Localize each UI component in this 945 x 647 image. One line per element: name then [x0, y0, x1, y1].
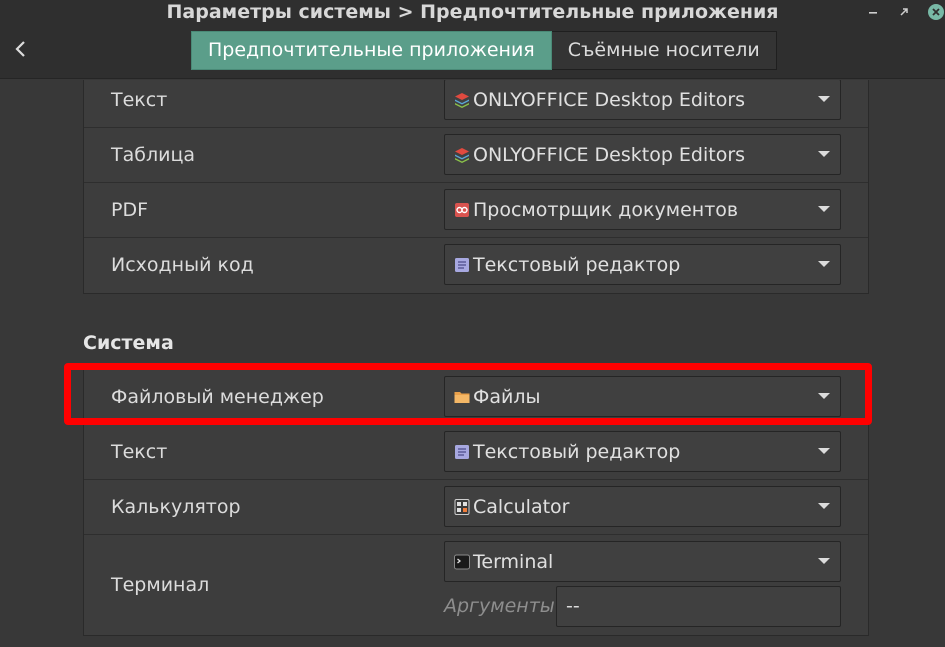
window-titlebar: Параметры системы > Предпочтительные при… [0, 0, 945, 79]
dropdown-value: ONLYOFFICE Desktop Editors [473, 88, 746, 111]
text-editor-icon [455, 444, 469, 459]
section-title-system: Система [83, 332, 174, 354]
app-dropdown[interactable]: Текстовый редактор [444, 431, 841, 472]
list-item: Калькулятор Calculator [84, 480, 868, 535]
row-label: Терминал [111, 574, 210, 596]
close-icon[interactable] [927, 3, 945, 21]
documents-group: Текст ONLYOFFICE Desktop Editors Таблица [83, 80, 869, 294]
list-item: Текст Текстовый редактор [84, 425, 868, 480]
list-item: PDF Просмотрщик документов [84, 183, 868, 238]
dropdown-value: Текстовый редактор [473, 440, 681, 463]
row-label: Текст [111, 441, 168, 463]
row-label: Исходный код [111, 254, 254, 276]
maximize-icon[interactable] [896, 3, 914, 21]
arguments-input[interactable]: -- [556, 586, 841, 627]
folder-icon [454, 391, 470, 403]
list-item: Терминал Terminal Аргументы -- [84, 535, 868, 635]
row-label: Файловый менеджер [111, 386, 324, 408]
dropdown-arrow-icon [818, 448, 830, 454]
app-dropdown[interactable]: ONLYOFFICE Desktop Editors [444, 80, 841, 120]
calculator-icon [454, 498, 470, 515]
dropdown-arrow-icon [818, 151, 830, 157]
dropdown-value: Просмотрщик документов [473, 198, 739, 221]
dropdown-arrow-icon [818, 503, 830, 509]
onlyoffice-icon [455, 92, 469, 108]
dropdown-value: ONLYOFFICE Desktop Editors [473, 143, 746, 166]
system-group: Файловый менеджер Файлы Текст Текстовый … [83, 369, 869, 636]
document-viewer-icon [455, 202, 469, 217]
app-dropdown[interactable]: Файлы [444, 376, 841, 417]
dropdown-value: Текстовый редактор [473, 253, 681, 276]
dropdown-value: Файлы [473, 385, 541, 408]
list-item: Исходный код Текстовый редактор [84, 238, 868, 293]
list-item: Таблица ONLYOFFICE Desktop Editors [84, 128, 868, 183]
dropdown-arrow-icon [818, 206, 830, 212]
dropdown-arrow-icon [818, 558, 830, 564]
row-label: Калькулятор [111, 496, 241, 518]
onlyoffice-icon [455, 147, 469, 163]
window-title: Параметры системы > Предпочтительные при… [166, 1, 779, 23]
list-item: Текст ONLYOFFICE Desktop Editors [84, 80, 868, 128]
app-dropdown[interactable]: Terminal [444, 541, 841, 582]
dropdown-value: Calculator [473, 495, 570, 518]
row-label: Текст [111, 89, 168, 111]
app-dropdown[interactable]: Текстовый редактор [444, 244, 841, 285]
app-dropdown[interactable]: Calculator [444, 486, 841, 527]
dropdown-value: Terminal [473, 550, 554, 573]
terminal-icon [454, 554, 470, 569]
back-arrow-icon[interactable] [8, 36, 34, 62]
content-area: Текст ONLYOFFICE Desktop Editors Таблица [0, 80, 945, 647]
arguments-label: Аргументы [444, 595, 555, 617]
list-item: Файловый менеджер Файлы [84, 370, 868, 425]
row-label: Таблица [111, 144, 196, 166]
text-editor-icon [455, 257, 469, 272]
minimize-icon[interactable] [864, 3, 882, 21]
dropdown-arrow-icon [818, 393, 830, 399]
tab-preferred-applications[interactable]: Предпочтительные приложения [191, 31, 552, 70]
tab-removable-media[interactable]: Съёмные носители [551, 31, 777, 70]
tab-bar: Предпочтительные приложения Съёмные носи… [191, 31, 777, 70]
dropdown-arrow-icon [818, 261, 830, 267]
app-dropdown[interactable]: ONLYOFFICE Desktop Editors [444, 134, 841, 175]
dropdown-arrow-icon [818, 96, 830, 102]
app-dropdown[interactable]: Просмотрщик документов [444, 189, 841, 230]
row-label: PDF [111, 199, 149, 221]
